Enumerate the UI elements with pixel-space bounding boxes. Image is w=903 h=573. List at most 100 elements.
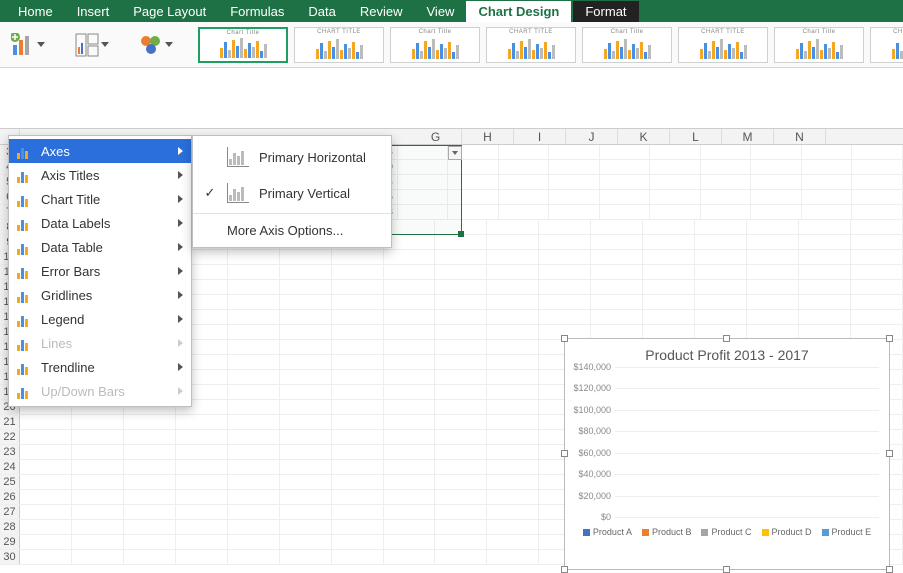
cell[interactable]: [228, 325, 280, 339]
resize-handle[interactable]: [886, 566, 893, 573]
cell[interactable]: [747, 265, 799, 279]
col-header[interactable]: K: [618, 129, 670, 144]
cell[interactable]: [280, 430, 332, 444]
cell[interactable]: [487, 265, 539, 279]
cell[interactable]: [332, 370, 384, 384]
cell[interactable]: [802, 160, 853, 174]
cell[interactable]: [435, 535, 487, 549]
cell[interactable]: [802, 205, 853, 219]
cell[interactable]: [435, 415, 487, 429]
chart-style-thumb[interactable]: CHART TITLE: [870, 27, 903, 63]
cell[interactable]: [280, 385, 332, 399]
cell[interactable]: [600, 160, 651, 174]
cell[interactable]: [747, 310, 799, 324]
col-header[interactable]: H: [462, 129, 514, 144]
cell[interactable]: [280, 445, 332, 459]
cell[interactable]: [487, 340, 539, 354]
cell[interactable]: [384, 475, 436, 489]
row-header[interactable]: 23: [0, 445, 20, 459]
cell[interactable]: [591, 310, 643, 324]
legend-item[interactable]: Product A: [583, 527, 632, 537]
cell[interactable]: [228, 445, 280, 459]
cell[interactable]: [280, 475, 332, 489]
cell[interactable]: [799, 235, 851, 249]
cell[interactable]: [549, 205, 600, 219]
cell[interactable]: [549, 190, 600, 204]
legend-item[interactable]: Product C: [701, 527, 751, 537]
cell[interactable]: [72, 430, 124, 444]
cell[interactable]: [851, 250, 903, 264]
cell[interactable]: [851, 235, 903, 249]
cell[interactable]: [852, 175, 903, 189]
cell[interactable]: [280, 520, 332, 534]
cell[interactable]: [435, 340, 487, 354]
cell[interactable]: [384, 385, 436, 399]
cell[interactable]: [643, 220, 695, 234]
menu-item-trendline[interactable]: Trendline: [9, 355, 191, 379]
cell[interactable]: [280, 535, 332, 549]
cell[interactable]: [600, 205, 651, 219]
cell[interactable]: [280, 400, 332, 414]
cell[interactable]: [398, 160, 449, 174]
resize-handle[interactable]: [886, 335, 893, 342]
cell[interactable]: [332, 415, 384, 429]
cell[interactable]: [799, 295, 851, 309]
cell[interactable]: [72, 475, 124, 489]
cell[interactable]: [435, 475, 487, 489]
cell[interactable]: [332, 475, 384, 489]
cell[interactable]: [852, 160, 903, 174]
cell[interactable]: [591, 280, 643, 294]
cell[interactable]: [176, 520, 228, 534]
cell[interactable]: [280, 295, 332, 309]
col-header[interactable]: J: [566, 129, 618, 144]
cell[interactable]: [499, 175, 550, 189]
cell[interactable]: [435, 550, 487, 564]
menu-item-gridlines[interactable]: Gridlines: [9, 283, 191, 307]
cell[interactable]: [591, 325, 643, 339]
cell[interactable]: [280, 325, 332, 339]
cell[interactable]: [124, 505, 176, 519]
cell[interactable]: [487, 430, 539, 444]
cell[interactable]: [280, 460, 332, 474]
cell[interactable]: [539, 235, 591, 249]
cell[interactable]: [747, 250, 799, 264]
cell[interactable]: [487, 490, 539, 504]
cell[interactable]: [747, 220, 799, 234]
row-header[interactable]: 26: [0, 490, 20, 504]
cell[interactable]: [72, 550, 124, 564]
cell[interactable]: [280, 355, 332, 369]
chart-style-thumb[interactable]: Chart Title: [390, 27, 480, 63]
cell[interactable]: [228, 505, 280, 519]
resize-handle[interactable]: [886, 450, 893, 457]
resize-handle[interactable]: [723, 335, 730, 342]
submenu-more-axis-options[interactable]: More Axis Options...: [193, 216, 391, 244]
cell[interactable]: [435, 400, 487, 414]
cell[interactable]: [751, 145, 802, 159]
cell[interactable]: [695, 235, 747, 249]
cell[interactable]: [643, 265, 695, 279]
cell[interactable]: [384, 550, 436, 564]
cell[interactable]: [487, 220, 539, 234]
cell[interactable]: [228, 520, 280, 534]
cell[interactable]: [176, 430, 228, 444]
cell[interactable]: [124, 475, 176, 489]
cell[interactable]: [487, 505, 539, 519]
cell[interactable]: [280, 505, 332, 519]
cell[interactable]: [851, 310, 903, 324]
chart-style-thumb[interactable]: CHART TITLE: [486, 27, 576, 63]
cell[interactable]: [643, 295, 695, 309]
chart-plot-area[interactable]: $0$20,000$40,000$60,000$80,000$100,000$1…: [615, 367, 879, 517]
cell[interactable]: [332, 490, 384, 504]
cell[interactable]: [852, 205, 903, 219]
chart-style-thumb[interactable]: Chart Title: [198, 27, 288, 63]
cell[interactable]: [20, 415, 72, 429]
cell[interactable]: [695, 220, 747, 234]
cell[interactable]: [487, 445, 539, 459]
cell[interactable]: [280, 310, 332, 324]
cell[interactable]: [487, 400, 539, 414]
cell[interactable]: [487, 310, 539, 324]
cell[interactable]: [799, 265, 851, 279]
cell[interactable]: [176, 550, 228, 564]
cell[interactable]: [124, 415, 176, 429]
cell[interactable]: [384, 520, 436, 534]
